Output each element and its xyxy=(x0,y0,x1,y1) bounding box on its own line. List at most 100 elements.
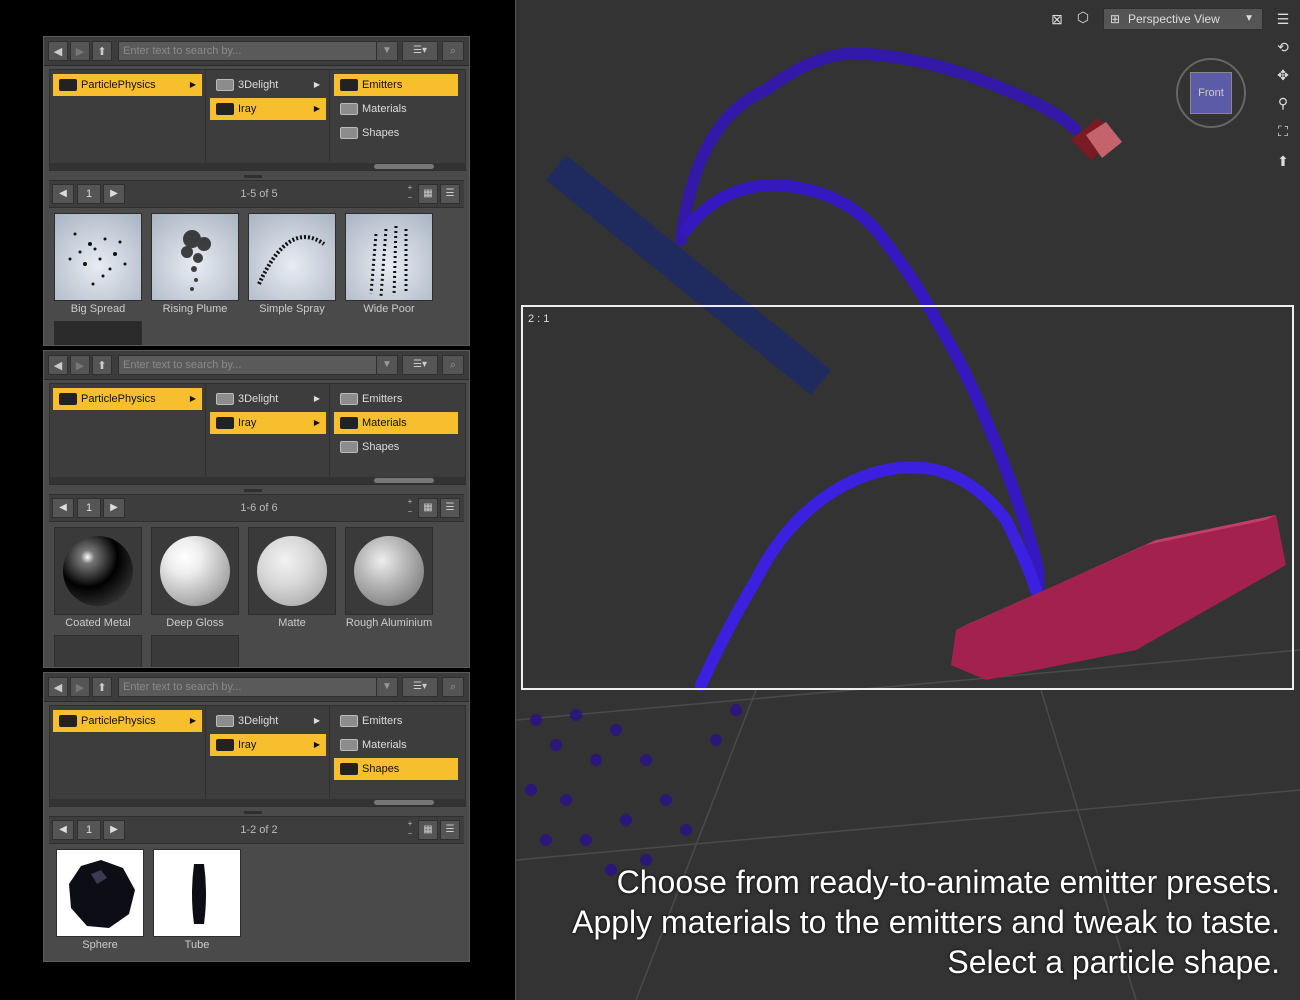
material-thumbnail-coated-metal[interactable] xyxy=(54,527,142,615)
forward-button[interactable]: ▶ xyxy=(70,677,90,697)
pane-splitter[interactable] xyxy=(244,175,262,178)
tree-item-iray[interactable]: Iray ▶ xyxy=(210,412,326,434)
view-cube[interactable]: Front xyxy=(1176,58,1246,128)
database-menu-button[interactable]: ☰▾ xyxy=(402,355,438,375)
viewport[interactable]: 2 : 1 ⊠ ⬡ ⊞ Perspective View ▼ ☰ Front ⟲… xyxy=(515,0,1300,1000)
tree-horizontal-scrollbar[interactable] xyxy=(50,163,465,170)
tree-item-emitters[interactable]: Emitters xyxy=(334,388,458,410)
viewport-menu-icon[interactable]: ☰ xyxy=(1272,8,1294,30)
zoom-icon[interactable]: ⚲ xyxy=(1272,92,1294,114)
page-number-field[interactable]: 1 xyxy=(77,498,101,518)
back-button[interactable]: ◀ xyxy=(48,41,68,61)
tree-item-shapes[interactable]: Shapes xyxy=(334,758,458,780)
preset-thumbnail-rising-plume[interactable] xyxy=(151,213,239,301)
search-input[interactable]: Enter text to search by... xyxy=(118,355,398,375)
page-number-field[interactable]: 1 xyxy=(77,820,101,840)
search-input[interactable]: Enter text to search by... xyxy=(118,677,398,697)
search-icon[interactable]: ⌕ xyxy=(442,355,464,375)
folder-icon xyxy=(340,393,358,405)
tree-item-materials[interactable]: Materials xyxy=(334,412,458,434)
thumbnail-size-stepper[interactable]: + − xyxy=(405,497,415,519)
prev-page-button[interactable]: ◀ xyxy=(52,184,74,204)
draw-style-icon[interactable]: ⊠ xyxy=(1046,8,1068,30)
prev-page-button[interactable]: ◀ xyxy=(52,498,74,518)
up-button[interactable]: ⬆ xyxy=(92,41,112,61)
tree-item-particlephysics[interactable]: ParticlePhysics ▶ xyxy=(53,74,202,96)
list-view-icon[interactable]: ☰ xyxy=(440,820,460,840)
grid-view-icon[interactable]: ▦ xyxy=(418,184,438,204)
shape-thumbnail-tube[interactable] xyxy=(153,849,241,937)
tree-item-particlephysics[interactable]: ParticlePhysics ▶ xyxy=(53,388,202,410)
folder-icon xyxy=(340,715,358,727)
next-page-button[interactable]: ▶ xyxy=(103,498,125,518)
tree-item-3delight[interactable]: 3Delight ▶ xyxy=(210,388,326,410)
shape-thumbnail-sphere[interactable] xyxy=(56,849,144,937)
tree-item-materials[interactable]: Materials xyxy=(334,98,458,120)
sphere-preview-icon xyxy=(160,536,230,606)
tree-item-particlephysics[interactable]: ParticlePhysics ▶ xyxy=(53,710,202,732)
chevron-down-icon: ▼ xyxy=(1244,13,1254,24)
shape-grid: Sphere Tube xyxy=(49,845,464,961)
tree-item-shapes[interactable]: Shapes xyxy=(334,436,458,458)
pan-icon[interactable]: ✥ xyxy=(1272,64,1294,86)
forward-button[interactable]: ▶ xyxy=(70,41,90,61)
thumbnail-size-stepper[interactable]: + − xyxy=(405,819,415,841)
inset-ratio-label: 2 : 1 xyxy=(528,313,550,325)
item-count: 1-5 of 5 xyxy=(240,188,278,200)
tree-horizontal-scrollbar[interactable] xyxy=(50,799,465,806)
tree-item-iray[interactable]: Iray ▶ xyxy=(210,98,326,120)
search-input[interactable]: Enter text to search by... xyxy=(118,41,398,61)
material-thumbnail-deep-gloss[interactable] xyxy=(151,527,239,615)
tree-column-3: Emitters Materials Shapes xyxy=(331,384,461,476)
next-page-button[interactable]: ▶ xyxy=(103,184,125,204)
preset-thumbnail-simple-spray[interactable] xyxy=(248,213,336,301)
search-icon[interactable]: ⌕ xyxy=(442,41,464,61)
tree-column-1: ParticlePhysics ▶ xyxy=(50,706,206,798)
material-thumbnail-rough-aluminium[interactable] xyxy=(345,527,433,615)
material-thumbnail-partial[interactable] xyxy=(54,635,142,667)
material-thumbnail-partial[interactable] xyxy=(151,635,239,667)
back-button[interactable]: ◀ xyxy=(48,677,68,697)
view-cube-face[interactable]: Front xyxy=(1190,72,1232,114)
database-menu-button[interactable]: ☰▾ xyxy=(402,677,438,697)
preset-thumbnail-big-spread[interactable] xyxy=(54,213,142,301)
preset-thumbnail-wide-poor[interactable] xyxy=(345,213,433,301)
up-button[interactable]: ⬆ xyxy=(92,677,112,697)
back-button[interactable]: ◀ xyxy=(48,355,68,375)
orbit-icon[interactable]: ⟲ xyxy=(1272,36,1294,58)
forward-button[interactable]: ▶ xyxy=(70,355,90,375)
preset-thumbnail-partial[interactable] xyxy=(54,321,142,345)
up-button[interactable]: ⬆ xyxy=(92,355,112,375)
chevron-right-icon: ▶ xyxy=(313,394,320,403)
pane-splitter[interactable] xyxy=(244,811,262,814)
list-view-icon[interactable]: ☰ xyxy=(440,498,460,518)
search-history-dropdown[interactable]: ▼ xyxy=(376,41,398,61)
pane-splitter[interactable] xyxy=(244,489,262,492)
search-icon[interactable]: ⌕ xyxy=(442,677,464,697)
tree-item-emitters[interactable]: Emitters xyxy=(334,74,458,96)
render-region-inset[interactable]: 2 : 1 xyxy=(521,305,1294,690)
tree-item-materials[interactable]: Materials xyxy=(334,734,458,756)
next-page-button[interactable]: ▶ xyxy=(103,820,125,840)
tree-item-emitters[interactable]: Emitters xyxy=(334,710,458,732)
tree-item-shapes[interactable]: Shapes xyxy=(334,122,458,144)
prev-page-button[interactable]: ◀ xyxy=(52,820,74,840)
grid-view-icon[interactable]: ▦ xyxy=(418,820,438,840)
preset-label: Wide Poor xyxy=(363,303,415,315)
material-thumbnail-matte[interactable] xyxy=(248,527,336,615)
search-history-dropdown[interactable]: ▼ xyxy=(376,355,398,375)
camera-options-icon[interactable]: ⬡ xyxy=(1072,6,1094,28)
search-history-dropdown[interactable]: ▼ xyxy=(376,677,398,697)
grid-view-icon[interactable]: ▦ xyxy=(418,498,438,518)
tree-item-3delight[interactable]: 3Delight ▶ xyxy=(210,74,326,96)
tree-item-iray[interactable]: Iray ▶ xyxy=(210,734,326,756)
thumbnail-size-stepper[interactable]: + − xyxy=(405,183,415,205)
page-number-field[interactable]: 1 xyxy=(77,184,101,204)
database-menu-button[interactable]: ☰▾ xyxy=(402,41,438,61)
reset-view-icon[interactable]: ⬆ xyxy=(1272,150,1294,172)
camera-select[interactable]: ⊞ Perspective View ▼ xyxy=(1103,8,1263,30)
list-view-icon[interactable]: ☰ xyxy=(440,184,460,204)
tree-item-3delight[interactable]: 3Delight ▶ xyxy=(210,710,326,732)
tree-horizontal-scrollbar[interactable] xyxy=(50,477,465,484)
frame-icon[interactable]: ⛶ xyxy=(1272,120,1294,142)
